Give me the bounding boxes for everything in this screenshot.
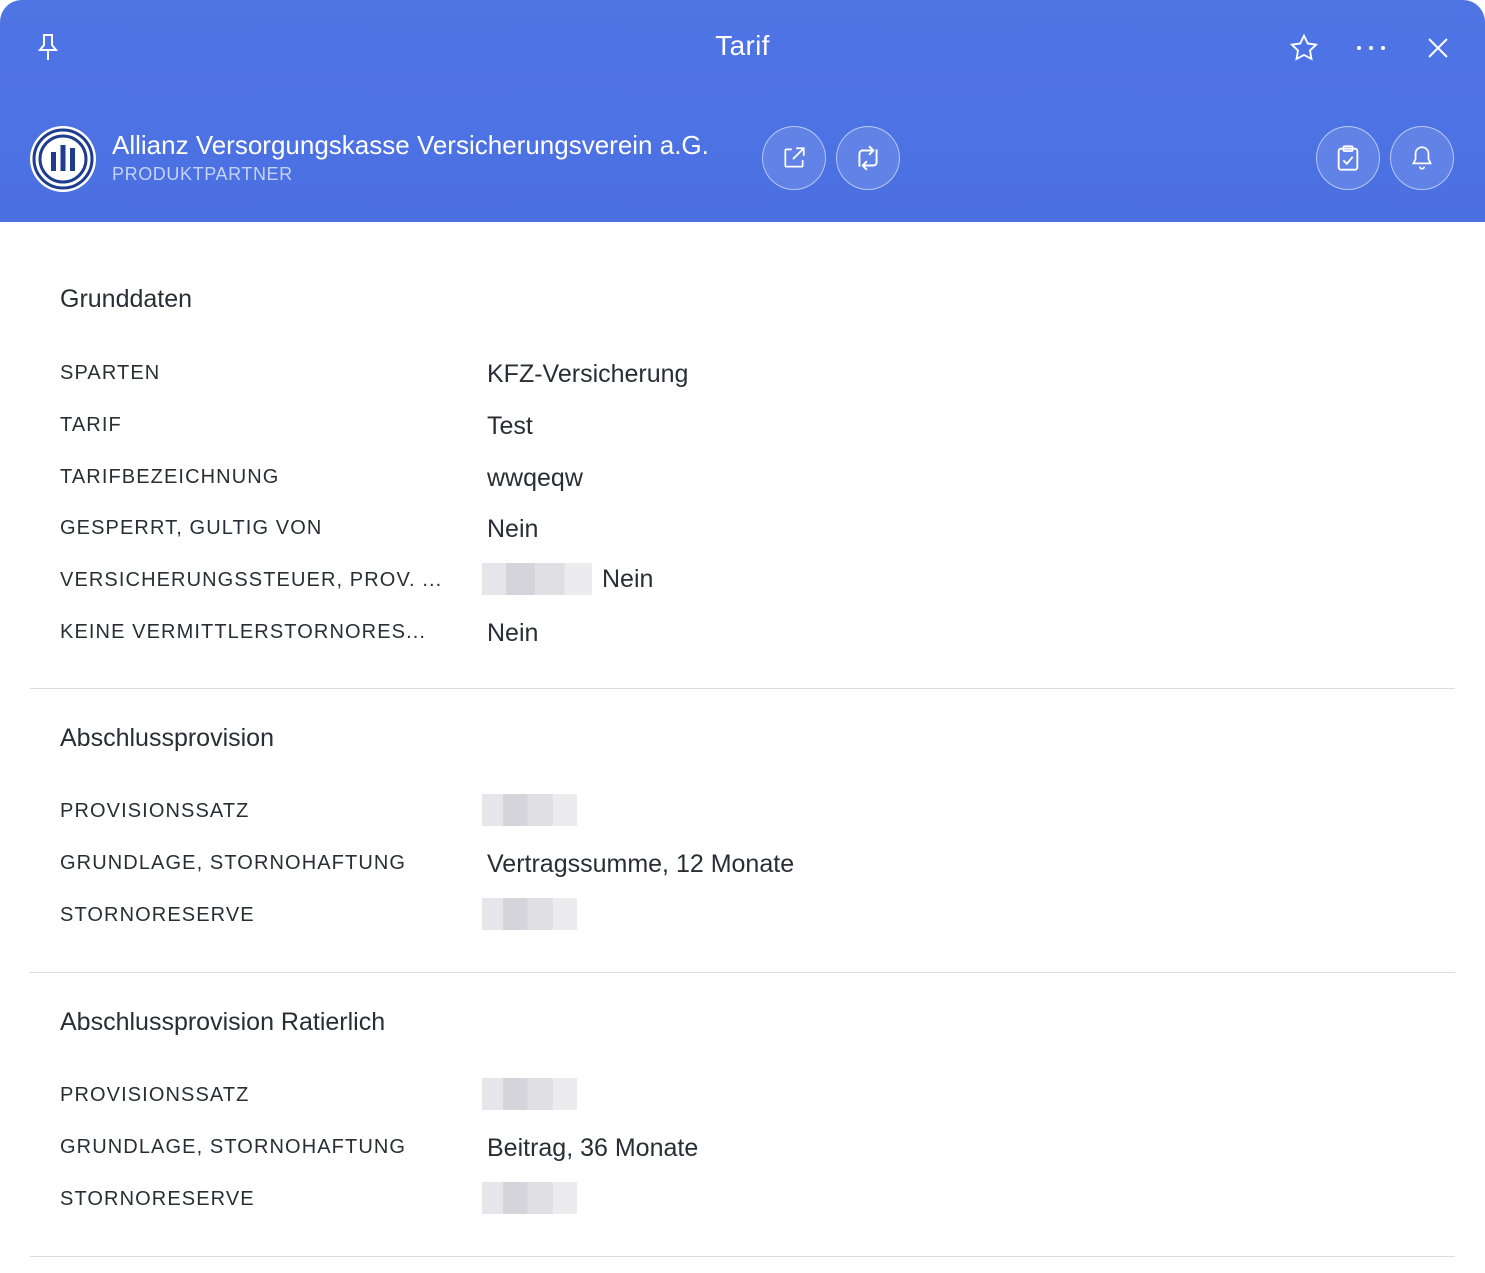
partner-name: Allianz Versorgungskasse Versicherungsve… bbox=[112, 130, 709, 160]
bell-icon bbox=[1411, 146, 1433, 170]
swap-button[interactable] bbox=[836, 126, 900, 190]
field-label: TARIFBEZEICHNUNG bbox=[60, 466, 280, 488]
redacted-value bbox=[482, 1182, 577, 1214]
field-label: TARIF bbox=[60, 414, 122, 436]
section-grunddaten: Grunddaten SPARTEN KFZ-Versicherung TARI… bbox=[30, 222, 1455, 689]
clipboard-check-icon bbox=[1337, 145, 1359, 171]
section-abschlussprovision-ratierlich: Abschlussprovision Ratierlich PROVISIONS… bbox=[30, 973, 1455, 1257]
external-link-icon bbox=[784, 147, 805, 168]
clipboard-button[interactable] bbox=[1316, 126, 1380, 190]
field-label: GRUNDLAGE, STORNOHAFTUNG bbox=[60, 852, 407, 874]
partner-type: PRODUKTPARTNER bbox=[112, 164, 293, 184]
swap-icon bbox=[858, 145, 878, 171]
allianz-logo bbox=[30, 126, 96, 192]
field-value: Beitrag, 36 Monate bbox=[487, 1134, 699, 1162]
table-row: STORNORESERVE bbox=[30, 1182, 1455, 1240]
field-value: Vertragssumme, 12 Monate bbox=[487, 850, 795, 878]
field-value: Nein bbox=[487, 619, 539, 647]
field-value: KFZ-Versicherung bbox=[487, 360, 689, 388]
close-icon[interactable] bbox=[1420, 30, 1456, 66]
field-label: KEINE VERMITTLERSTORNORES... bbox=[60, 621, 427, 643]
more-icon[interactable] bbox=[1352, 30, 1390, 66]
field-label: SPARTEN bbox=[60, 362, 161, 384]
field-label: GESPERRT, GULTIG VON bbox=[60, 517, 323, 539]
table-row: PROVISIONSSATZ bbox=[30, 794, 1455, 852]
table-row: GRUNDLAGE, STORNOHAFTUNG Vertragssumme, … bbox=[30, 850, 1455, 904]
content: Grunddaten SPARTEN KFZ-Versicherung TARI… bbox=[0, 222, 1485, 1257]
table-row: STORNORESERVE bbox=[30, 898, 1455, 956]
field-label: PROVISIONSSATZ bbox=[60, 800, 250, 822]
field-label: STORNORESERVE bbox=[60, 904, 255, 926]
field-value: Nein bbox=[487, 515, 539, 543]
field-value: Test bbox=[487, 412, 533, 440]
notification-button[interactable] bbox=[1390, 126, 1454, 190]
window-title: Tarif bbox=[715, 30, 770, 61]
table-row: GESPERRT, GULTIG VON Nein bbox=[30, 515, 1455, 569]
table-row: PROVISIONSSATZ bbox=[30, 1078, 1455, 1136]
section-abschlussprovision: Abschlussprovision PROVISIONSSATZ GRUNDL… bbox=[30, 689, 1455, 973]
field-value: Nein bbox=[602, 564, 654, 593]
redacted-value bbox=[482, 794, 577, 826]
table-row: TARIF Test bbox=[30, 412, 1455, 466]
section-title: Abschlussprovision Ratierlich bbox=[60, 1008, 386, 1036]
table-row: TARIFBEZEICHNUNG wwqeqw bbox=[30, 464, 1455, 518]
redacted-value bbox=[482, 898, 577, 930]
table-row: VERSICHERUNGSSTEUER, PROV. ... Nein bbox=[30, 563, 1455, 621]
field-label: STORNORESERVE bbox=[60, 1188, 255, 1210]
open-external-button[interactable] bbox=[762, 126, 826, 190]
field-label: VERSICHERUNGSSTEUER, PROV. ... bbox=[60, 569, 443, 591]
redacted-value bbox=[482, 563, 592, 595]
tarif-window: Tarif Allianz Versorgungskasse Versicher… bbox=[0, 0, 1485, 1273]
field-label: GRUNDLAGE, STORNOHAFTUNG bbox=[60, 1136, 407, 1158]
field-label: PROVISIONSSATZ bbox=[60, 1084, 250, 1106]
section-title: Abschlussprovision bbox=[60, 724, 274, 752]
table-row: KEINE VERMITTLERSTORNORES... Nein bbox=[30, 619, 1455, 673]
star-icon[interactable] bbox=[1286, 30, 1322, 66]
header: Tarif Allianz Versorgungskasse Versicher… bbox=[0, 0, 1485, 222]
redacted-value bbox=[482, 1078, 577, 1110]
section-title: Grunddaten bbox=[60, 285, 193, 313]
field-value: wwqeqw bbox=[487, 464, 583, 492]
table-row: SPARTEN KFZ-Versicherung bbox=[30, 360, 1455, 414]
table-row: GRUNDLAGE, STORNOHAFTUNG Beitrag, 36 Mon… bbox=[30, 1134, 1455, 1188]
